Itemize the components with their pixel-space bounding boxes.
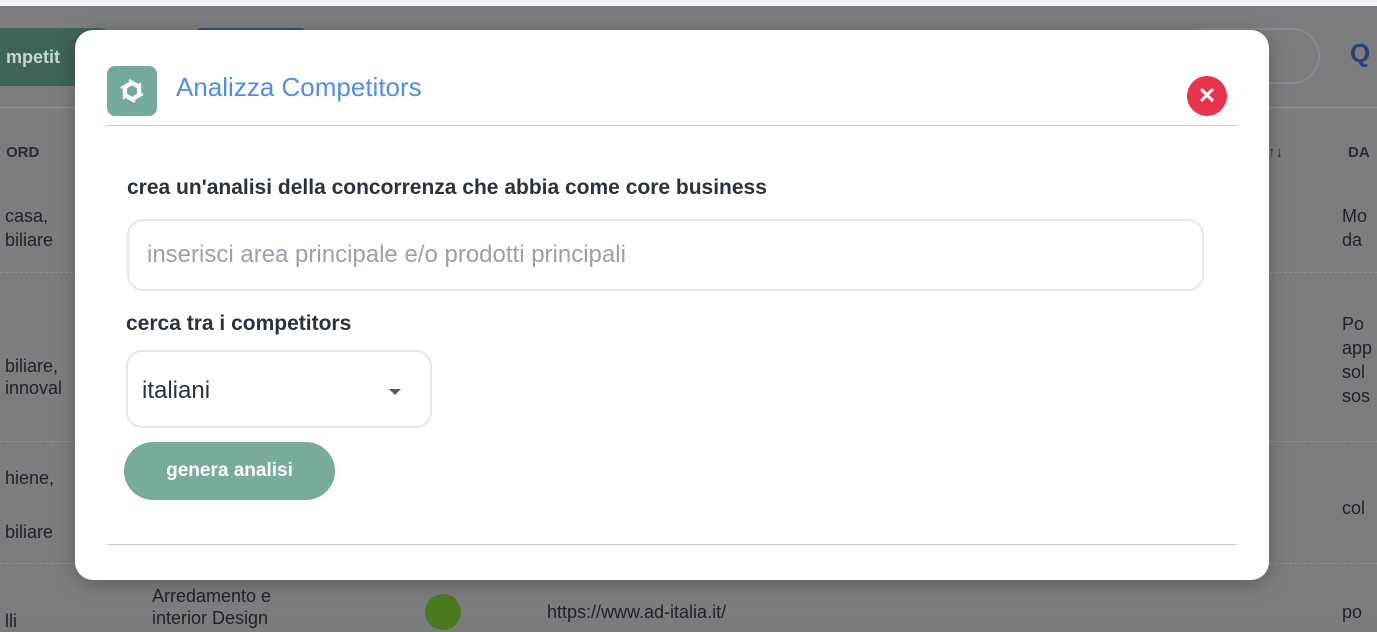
close-button[interactable]: ✕: [1187, 76, 1227, 116]
status-dot: [425, 594, 461, 630]
cell-desc-1a: Mo: [1342, 206, 1368, 226]
analyze-competitors-modal: Analizza Competitors ✕ crea un'analisi d…: [75, 30, 1269, 580]
competitors-select-value: italiani: [142, 377, 211, 404]
cell-desc-2c: sol: [1342, 362, 1366, 382]
competitors-label: cerca tra i competitors: [126, 312, 352, 335]
cell-keyword-2b: innoval: [5, 378, 63, 398]
sort-icon[interactable]: ↑↓: [1268, 144, 1283, 161]
footer-divider: [107, 544, 1237, 545]
cell-keyword-1b: biliare: [5, 230, 54, 250]
cell-keyword-1a: casa,: [5, 206, 49, 226]
cell-category-4: Arredamento e interior Design: [152, 586, 272, 628]
cell-keyword-4: lli: [5, 611, 17, 631]
table-header-keyword: ORD: [6, 144, 40, 161]
table-header-date: DA: [1348, 144, 1370, 161]
cell-keyword-3a: hiene,: [5, 468, 55, 488]
cell-desc-1b: da: [1342, 230, 1363, 250]
chevron-down-icon: [389, 389, 401, 395]
cell-desc-2a: Po: [1342, 314, 1365, 334]
cell-desc-2b: app: [1342, 338, 1373, 358]
cell-desc-4: po: [1342, 602, 1363, 622]
cell-desc-2d: sos: [1342, 386, 1371, 406]
business-input[interactable]: [127, 219, 1204, 291]
cell-keyword-3b: biliare: [5, 522, 54, 542]
cell-url-4[interactable]: https://www.ad-italia.it/: [547, 601, 726, 623]
generate-analysis-button[interactable]: genera analisi: [124, 442, 335, 500]
cell-desc-3a: col: [1342, 498, 1366, 518]
openai-logo-icon: [107, 66, 157, 116]
search-icon[interactable]: Q: [1350, 38, 1370, 69]
cell-keyword-2a: biliare,: [5, 356, 59, 376]
header-divider: [107, 125, 1237, 126]
business-label: crea un'analisi della concorrenza che ab…: [127, 176, 767, 199]
competitors-select[interactable]: italiani: [126, 350, 432, 428]
modal-title: Analizza Competitors: [176, 72, 422, 102]
close-icon[interactable]: ✕: [1198, 83, 1216, 109]
